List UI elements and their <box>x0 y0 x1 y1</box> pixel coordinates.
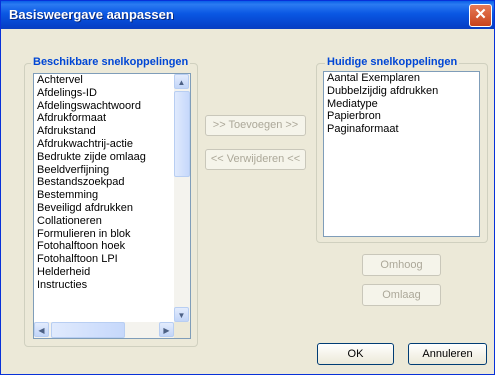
horizontal-scrollbar[interactable]: ◀ ▶ <box>34 322 174 338</box>
list-item[interactable]: Aantal Exemplaren <box>324 72 479 85</box>
list-item[interactable]: Afdelings-ID <box>34 87 190 100</box>
list-item[interactable]: Mediatype <box>324 98 479 111</box>
scrollbar-corner <box>174 322 190 338</box>
scroll-left-button[interactable]: ◀ <box>34 322 49 337</box>
list-item[interactable]: Beveiligd afdrukken <box>34 202 190 215</box>
move-up-button[interactable]: Omhoog <box>362 254 441 276</box>
list-item[interactable]: Helderheid <box>34 266 190 279</box>
available-shortcuts-label: Beschikbare snelkoppelingen <box>31 56 191 68</box>
vertical-scrollbar[interactable]: ▲ ▼ <box>174 74 190 322</box>
chevron-right-icon: ▶ <box>163 326 170 335</box>
chevron-left-icon: ◀ <box>38 326 45 335</box>
current-shortcuts-list[interactable]: Aantal Exemplaren Dubbelzijdig afdrukken M… <box>323 71 480 237</box>
list-item[interactable]: Afdrukwachtrij-actie <box>34 138 190 151</box>
available-items: Achtervel Afdelings-ID Afdelingswachtwoord… <box>34 74 190 292</box>
list-item[interactable]: Collationeren <box>34 215 190 228</box>
cancel-button[interactable]: Annuleren <box>408 343 487 365</box>
list-item[interactable]: Fotohalftoon LPI <box>34 253 190 266</box>
list-item[interactable]: Bestemming <box>34 189 190 202</box>
window-title: Basisweergave aanpassen <box>9 7 174 22</box>
title-bar[interactable]: Basisweergave aanpassen ✕ <box>1 1 494 29</box>
current-shortcuts-label: Huidige snelkoppelingen <box>325 56 460 68</box>
scroll-right-button[interactable]: ▶ <box>159 322 174 337</box>
list-item[interactable]: Paginaformaat <box>324 123 479 136</box>
close-icon: ✕ <box>474 6 487 23</box>
list-item[interactable]: Dubbelzijdig afdrukken <box>324 85 479 98</box>
list-item[interactable]: Fotohalftoon hoek <box>34 240 190 253</box>
list-item[interactable]: Papierbron <box>324 110 479 123</box>
scroll-up-button[interactable]: ▲ <box>174 74 189 89</box>
add-button[interactable]: >> Toevoegen >> <box>205 115 306 136</box>
current-items: Aantal Exemplaren Dubbelzijdig afdrukken M… <box>324 72 479 136</box>
dialog-window: Basisweergave aanpassen ✕ Beschikbare sn… <box>0 0 495 375</box>
list-item[interactable]: Beeldverfijning <box>34 164 190 177</box>
list-item[interactable]: Afdelingswachtwoord <box>34 100 190 113</box>
remove-button[interactable]: << Verwijderen << <box>205 149 306 170</box>
scroll-down-button[interactable]: ▼ <box>174 307 189 322</box>
available-shortcuts-list[interactable]: Achtervel Afdelings-ID Afdelingswachtwoord… <box>33 73 191 339</box>
list-item[interactable]: Bestandszoekpad <box>34 176 190 189</box>
horizontal-scroll-thumb[interactable] <box>51 322 125 338</box>
list-item[interactable]: Formulieren in blok <box>34 228 190 241</box>
close-button[interactable]: ✕ <box>469 4 492 27</box>
vertical-scroll-thumb[interactable] <box>174 91 190 177</box>
chevron-up-icon: ▲ <box>177 78 186 87</box>
list-item[interactable]: Achtervel <box>34 74 190 87</box>
list-item[interactable]: Bedrukte zijde omlaag <box>34 151 190 164</box>
list-item[interactable]: Instructies <box>34 279 190 292</box>
ok-button[interactable]: OK <box>317 343 394 365</box>
list-item[interactable]: Afdrukstand <box>34 125 190 138</box>
list-item[interactable]: Afdrukformaat <box>34 112 190 125</box>
chevron-down-icon: ▼ <box>177 311 186 320</box>
move-down-button[interactable]: Omlaag <box>362 284 441 306</box>
